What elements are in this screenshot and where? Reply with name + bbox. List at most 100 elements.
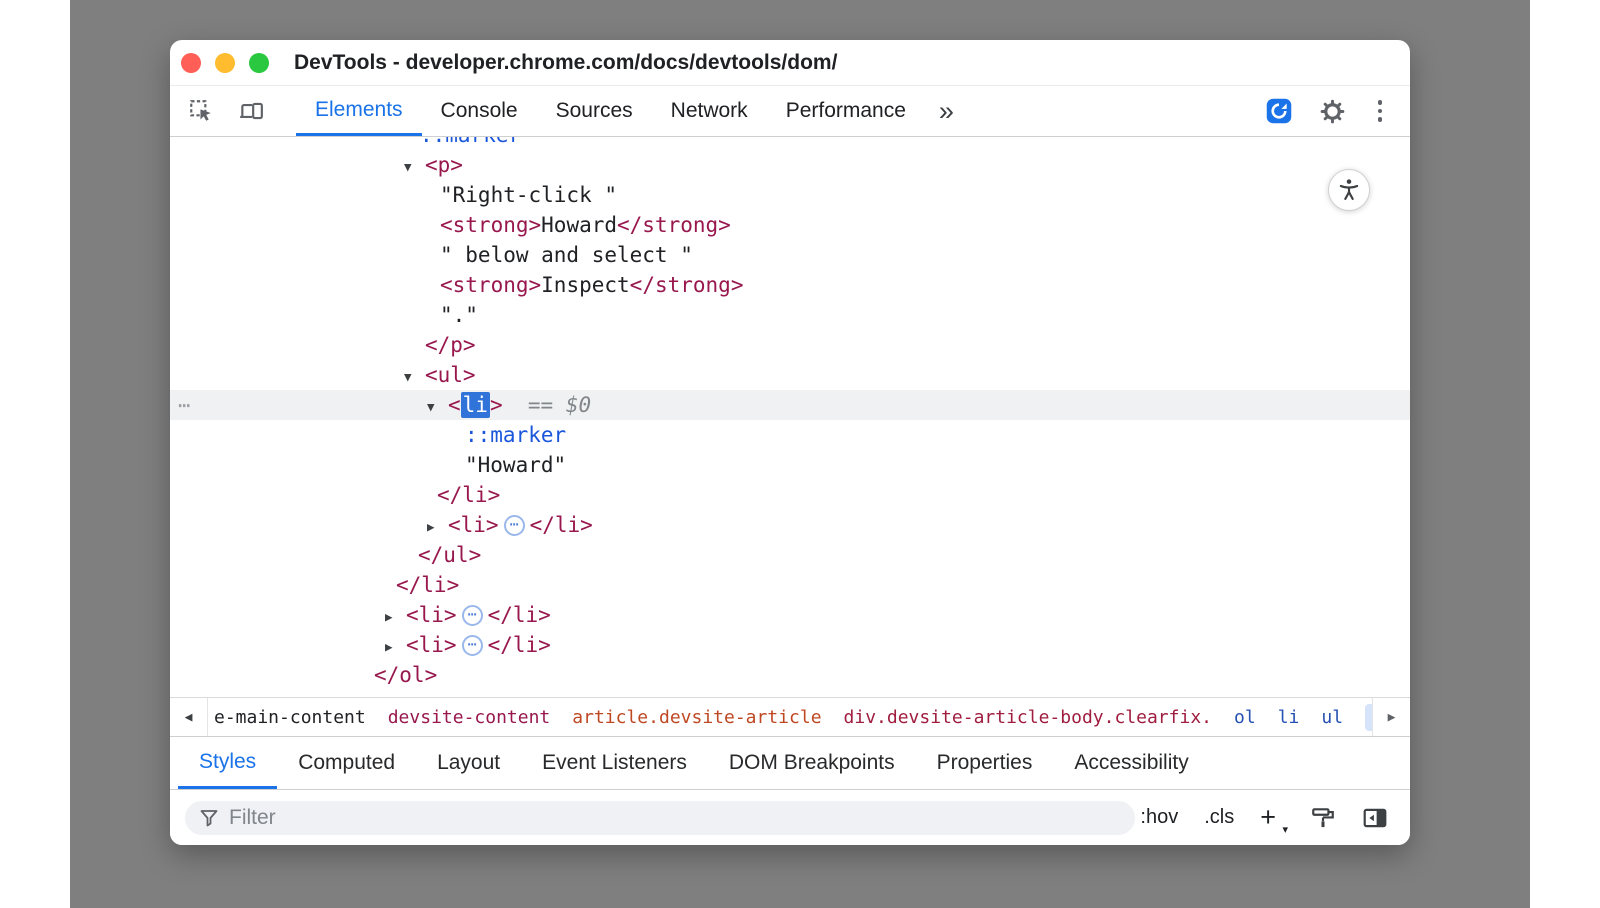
dom-tree-line[interactable]: ▶<li>⋯</li> xyxy=(170,600,1410,630)
code-segment: ::marker xyxy=(465,423,566,447)
toolbar-right-icons xyxy=(1265,86,1411,136)
code-segment: </li> xyxy=(488,633,551,657)
filter-right-controls: :hov .cls + ▾ xyxy=(1140,802,1388,833)
code-segment xyxy=(503,393,528,417)
tab-network[interactable]: Network xyxy=(652,86,767,136)
toggle-sidebar-button[interactable] xyxy=(1362,805,1388,831)
dom-tree-line[interactable]: ▶<li>⋯</li> xyxy=(170,510,1410,540)
chevron-double-right-icon: » xyxy=(939,96,954,127)
tab-label: Performance xyxy=(786,99,906,123)
breadcrumb-item[interactable]: ol xyxy=(1234,707,1256,728)
zoom-button[interactable] xyxy=(249,53,269,73)
tab-label: Properties xyxy=(937,751,1033,775)
device-toolbar-button[interactable] xyxy=(238,98,264,124)
dom-tree-line[interactable]: "Right-click " xyxy=(170,180,1410,210)
breadcrumb-item[interactable]: article.devsite-article xyxy=(572,707,821,728)
dom-gutter-ellipsis-icon[interactable]: ⋯ xyxy=(178,390,190,420)
inline-ellipsis-button[interactable]: ⋯ xyxy=(504,515,525,536)
dom-tree: ::marker▼<p>"Right-click "<strong>Howard… xyxy=(170,137,1410,697)
breadcrumb-item[interactable]: li xyxy=(1278,707,1300,728)
dom-tree-line[interactable]: </li> xyxy=(170,570,1410,600)
dom-tree-line[interactable]: ⋯▼<li> == $0 xyxy=(170,390,1410,420)
tab-computed[interactable]: Computed xyxy=(277,737,416,789)
window-title: DevTools - developer.chrome.com/docs/dev… xyxy=(294,51,837,75)
dom-tree-line[interactable]: <strong>Howard</strong> xyxy=(170,210,1410,240)
filter-field[interactable] xyxy=(185,801,1135,835)
breadcrumb-item[interactable]: ul xyxy=(1321,707,1343,728)
code-segment: " below and select " xyxy=(440,243,693,267)
tab-label: Computed xyxy=(298,751,395,775)
tab-label: Accessibility xyxy=(1074,751,1188,775)
dom-tree-line[interactable]: <strong>Inspect</strong> xyxy=(170,270,1410,300)
dom-tree-line[interactable]: ▶<li>⋯</li> xyxy=(170,630,1410,660)
titlebar: DevTools - developer.chrome.com/docs/dev… xyxy=(170,40,1410,86)
tab-label: Layout xyxy=(437,751,500,775)
tab-performance[interactable]: Performance xyxy=(767,86,925,136)
breadcrumb-scroll-left-button[interactable]: ◀ xyxy=(170,698,208,736)
tab-dom-breakpoints[interactable]: DOM Breakpoints xyxy=(708,737,916,789)
element-classes-button[interactable]: .cls xyxy=(1204,806,1234,829)
breadcrumb-item[interactable]: e-main-content xyxy=(214,707,366,728)
dom-tree-line[interactable]: </p> xyxy=(170,330,1410,360)
code-segment: <ul> xyxy=(425,363,476,387)
dom-tree-line[interactable]: " below and select " xyxy=(170,240,1410,270)
device-toolbar-icon xyxy=(238,98,264,124)
code-segment: </li> xyxy=(437,483,500,507)
code-segment: <strong> xyxy=(440,273,541,297)
filter-input[interactable] xyxy=(229,806,1121,830)
breadcrumb-item[interactable]: devsite-content xyxy=(388,707,551,728)
breadcrumb-scroll-right-button[interactable]: ▶ xyxy=(1372,698,1410,736)
tab-styles[interactable]: Styles xyxy=(178,737,277,789)
dom-tree-line[interactable]: </ul> xyxy=(170,540,1410,570)
dom-tree-line[interactable]: ::marker xyxy=(170,137,1410,150)
minimize-button[interactable] xyxy=(215,53,235,73)
inline-ellipsis-button[interactable]: ⋯ xyxy=(462,605,483,626)
inline-ellipsis-button[interactable]: ⋯ xyxy=(462,635,483,656)
tree-toggle-arrow-icon[interactable]: ▶ xyxy=(427,512,448,542)
tree-toggle-arrow-icon[interactable]: ▼ xyxy=(427,392,448,422)
breadcrumb-item[interactable]: div.devsite-article-body.clearfix. xyxy=(844,707,1212,728)
tab-label: Elements xyxy=(315,98,403,122)
accessibility-button[interactable] xyxy=(1328,169,1370,211)
dom-tree-line[interactable]: ::marker xyxy=(170,420,1410,450)
dom-tree-line[interactable]: ▼<ul> xyxy=(170,360,1410,390)
tab-label: DOM Breakpoints xyxy=(729,751,895,775)
dom-tree-line[interactable]: "Howard" xyxy=(170,450,1410,480)
tab-event-listeners[interactable]: Event Listeners xyxy=(521,737,708,789)
code-segment: </li> xyxy=(396,573,459,597)
toggle-element-state-button[interactable]: :hov xyxy=(1140,806,1178,829)
tab-label: Styles xyxy=(199,750,256,774)
code-segment: </li> xyxy=(488,603,551,627)
inspect-element-button[interactable] xyxy=(188,98,214,124)
devtools-toolbar: Elements Console Sources Network Perform… xyxy=(170,86,1410,137)
kebab-menu-icon[interactable] xyxy=(1372,98,1389,124)
code-segment: "Right-click " xyxy=(440,183,617,207)
tab-layout[interactable]: Layout xyxy=(416,737,521,789)
dom-tree-line[interactable]: </li> xyxy=(170,480,1410,510)
dom-tree-line[interactable]: </ol> xyxy=(170,660,1410,690)
plus-icon: + xyxy=(1260,802,1276,832)
tab-label: Event Listeners xyxy=(542,751,687,775)
rendering-emulation-button[interactable] xyxy=(1310,805,1336,831)
dom-tree-line[interactable]: ▼<p> xyxy=(170,150,1410,180)
settings-button[interactable] xyxy=(1319,98,1346,125)
close-button[interactable] xyxy=(181,53,201,73)
new-style-rule-button[interactable]: + ▾ xyxy=(1260,802,1284,833)
tree-toggle-arrow-icon[interactable]: ▼ xyxy=(404,362,425,392)
tab-accessibility[interactable]: Accessibility xyxy=(1053,737,1209,789)
code-segment: </ol> xyxy=(374,663,437,687)
tree-toggle-arrow-icon[interactable]: ▼ xyxy=(404,152,425,182)
tab-elements[interactable]: Elements xyxy=(296,86,422,136)
more-tabs-button[interactable]: » xyxy=(925,86,968,136)
tab-console[interactable]: Console xyxy=(422,86,537,136)
code-segment: </strong> xyxy=(617,213,731,237)
tab-sources[interactable]: Sources xyxy=(537,86,652,136)
tree-toggle-arrow-icon[interactable]: ▶ xyxy=(385,632,406,662)
tab-properties[interactable]: Properties xyxy=(916,737,1054,789)
sync-button[interactable] xyxy=(1265,97,1293,125)
tree-toggle-arrow-icon[interactable]: ▶ xyxy=(385,602,406,632)
settings-gear-icon xyxy=(1319,98,1346,125)
code-segment: </ul> xyxy=(418,543,481,567)
accessibility-icon xyxy=(1336,177,1362,203)
dom-tree-line[interactable]: "." xyxy=(170,300,1410,330)
